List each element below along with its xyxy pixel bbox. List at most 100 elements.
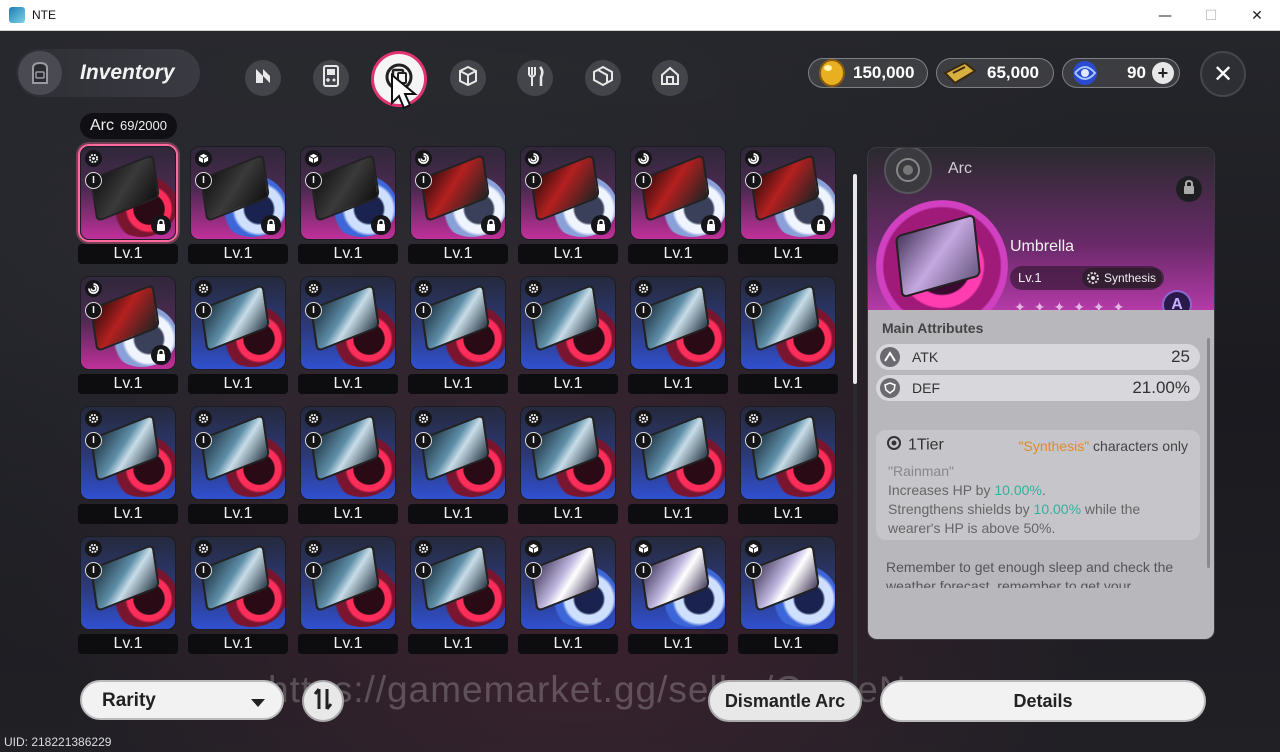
arc-item[interactable]: I Lv.1 xyxy=(738,534,838,654)
details-button[interactable]: Details xyxy=(880,680,1206,722)
tier-badge: I xyxy=(305,432,322,449)
tier-badge: I xyxy=(305,172,322,189)
tier-badge: I xyxy=(195,302,212,319)
arc-item[interactable]: I Lv.1 xyxy=(78,534,178,654)
arc-item-card[interactable]: I xyxy=(630,536,726,630)
arc-item-card[interactable]: I xyxy=(520,276,616,370)
arc-item[interactable]: I Lv.1 xyxy=(738,404,838,524)
add-orb-button[interactable]: + xyxy=(1151,62,1174,84)
arc-item[interactable]: I Lv.1 xyxy=(628,404,728,524)
tier-badge: I xyxy=(745,562,762,579)
arc-attribute-type-label: Synthesis xyxy=(1104,271,1157,285)
tab-materials[interactable] xyxy=(450,60,486,96)
arc-item-card[interactable]: I xyxy=(80,536,176,630)
maximize-button[interactable]: ☐ xyxy=(1188,0,1234,31)
grid-scrollbar-thumb[interactable] xyxy=(853,174,857,384)
arc-item[interactable]: I Lv.1 xyxy=(738,274,838,394)
arc-item-card[interactable]: I xyxy=(190,276,286,370)
arc-item-card[interactable]: I xyxy=(190,536,286,630)
arc-item-card[interactable]: I xyxy=(630,406,726,500)
tier-badge: I xyxy=(85,172,102,189)
arc-item-card[interactable]: I xyxy=(740,536,836,630)
arc-item-card[interactable]: I xyxy=(520,146,616,240)
arc-item[interactable]: I Lv.1 xyxy=(298,534,398,654)
arc-item-card[interactable]: I xyxy=(520,536,616,630)
arc-item[interactable]: I Lv.1 xyxy=(408,534,508,654)
arc-item[interactable]: I Lv.1 xyxy=(518,274,618,394)
minimize-button[interactable]: — xyxy=(1142,0,1188,31)
arc-item-card[interactable]: I xyxy=(410,536,506,630)
arc-item-card[interactable]: I xyxy=(190,146,286,240)
detail-lock-button[interactable] xyxy=(1176,176,1202,202)
arc-item-card[interactable]: I xyxy=(630,276,726,370)
tier-badge: I xyxy=(195,432,212,449)
arc-item[interactable]: I Lv.1 xyxy=(298,404,398,524)
detail-scrollbar[interactable] xyxy=(1207,338,1210,568)
arc-item-card[interactable]: I xyxy=(300,536,396,630)
arc-item[interactable]: I Lv.1 xyxy=(408,404,508,524)
arc-item-card[interactable]: I xyxy=(80,406,176,500)
watermark-text: https://gamemarket.gg/seller/GameNews xyxy=(268,669,976,710)
arc-item-card[interactable]: I xyxy=(80,276,176,370)
arc-item[interactable]: I Lv.1 xyxy=(408,144,508,264)
lock-icon xyxy=(261,215,281,235)
arc-name: Umbrella xyxy=(1010,238,1075,255)
tier-badge: I xyxy=(745,172,762,189)
tier-badge: I xyxy=(305,562,322,579)
arc-item[interactable]: I Lv.1 xyxy=(738,144,838,264)
arc-item-card[interactable]: I xyxy=(190,406,286,500)
arc-item[interactable]: I Lv.1 xyxy=(298,274,398,394)
arc-item-card[interactable]: I xyxy=(520,406,616,500)
tab-food[interactable] xyxy=(517,60,553,96)
currency-ticket[interactable]: 65,000 xyxy=(936,58,1054,88)
currency-ticket-value: 65,000 xyxy=(987,63,1039,82)
arc-item-level: Lv.1 xyxy=(408,244,508,264)
arc-item-card[interactable]: I xyxy=(740,146,836,240)
arc-item[interactable]: I Lv.1 xyxy=(78,404,178,524)
arc-item-card[interactable]: I xyxy=(300,146,396,240)
arc-item[interactable]: I Lv.1 xyxy=(298,144,398,264)
arc-item[interactable]: I Lv.1 xyxy=(188,144,288,264)
arc-item[interactable]: I Lv.1 xyxy=(188,274,288,394)
close-inventory-button[interactable]: ✕ xyxy=(1200,51,1246,97)
arc-item[interactable]: I Lv.1 xyxy=(518,404,618,524)
arc-item[interactable]: I Lv.1 xyxy=(78,144,178,264)
lock-icon xyxy=(811,215,831,235)
arc-item[interactable]: I Lv.1 xyxy=(188,404,288,524)
attribute-value: 21.00% xyxy=(1132,378,1190,397)
sort-order-button[interactable] xyxy=(302,680,344,722)
swirl-icon xyxy=(745,150,762,167)
synthesis-gear-icon xyxy=(1086,271,1100,291)
arc-item-card[interactable]: I xyxy=(80,146,176,240)
rarity-filter-dropdown[interactable]: Rarity xyxy=(80,680,284,720)
arc-item[interactable]: I Lv.1 xyxy=(628,274,728,394)
tab-packages[interactable] xyxy=(585,60,621,96)
tab-housing[interactable] xyxy=(652,60,688,96)
currency-orb[interactable]: 90 + xyxy=(1062,58,1180,88)
arc-item-card[interactable]: I xyxy=(300,276,396,370)
arc-item[interactable]: I Lv.1 xyxy=(628,144,728,264)
tab-gameboy[interactable] xyxy=(313,60,349,96)
arc-item-card[interactable]: I xyxy=(300,406,396,500)
arc-item-card[interactable]: I xyxy=(410,146,506,240)
arc-item-card[interactable]: I xyxy=(410,276,506,370)
arc-item[interactable]: I Lv.1 xyxy=(518,534,618,654)
tab-n-logo[interactable] xyxy=(245,60,281,96)
arc-item-card[interactable]: I xyxy=(740,406,836,500)
arc-item-card[interactable]: I xyxy=(740,276,836,370)
arc-item[interactable]: I Lv.1 xyxy=(518,144,618,264)
arc-item[interactable]: I Lv.1 xyxy=(188,534,288,654)
cube-icon xyxy=(195,150,212,167)
grid-scrollbar[interactable] xyxy=(853,174,857,686)
arc-item[interactable]: I Lv.1 xyxy=(628,534,728,654)
detail-body[interactable]: Main Attributes ATK 25 DEF 21.00% 1Tier … xyxy=(868,310,1214,639)
arc-item-card[interactable]: I xyxy=(410,406,506,500)
arc-item[interactable]: I Lv.1 xyxy=(78,274,178,394)
window-controls: — ☐ ✕ xyxy=(1142,0,1280,31)
gear-icon xyxy=(415,410,432,427)
window-close-button[interactable]: ✕ xyxy=(1234,0,1280,31)
dismantle-arc-button[interactable]: Dismantle Arc xyxy=(708,680,862,722)
arc-item[interactable]: I Lv.1 xyxy=(408,274,508,394)
currency-gold[interactable]: 150,000 xyxy=(808,58,928,88)
arc-item-card[interactable]: I xyxy=(630,146,726,240)
